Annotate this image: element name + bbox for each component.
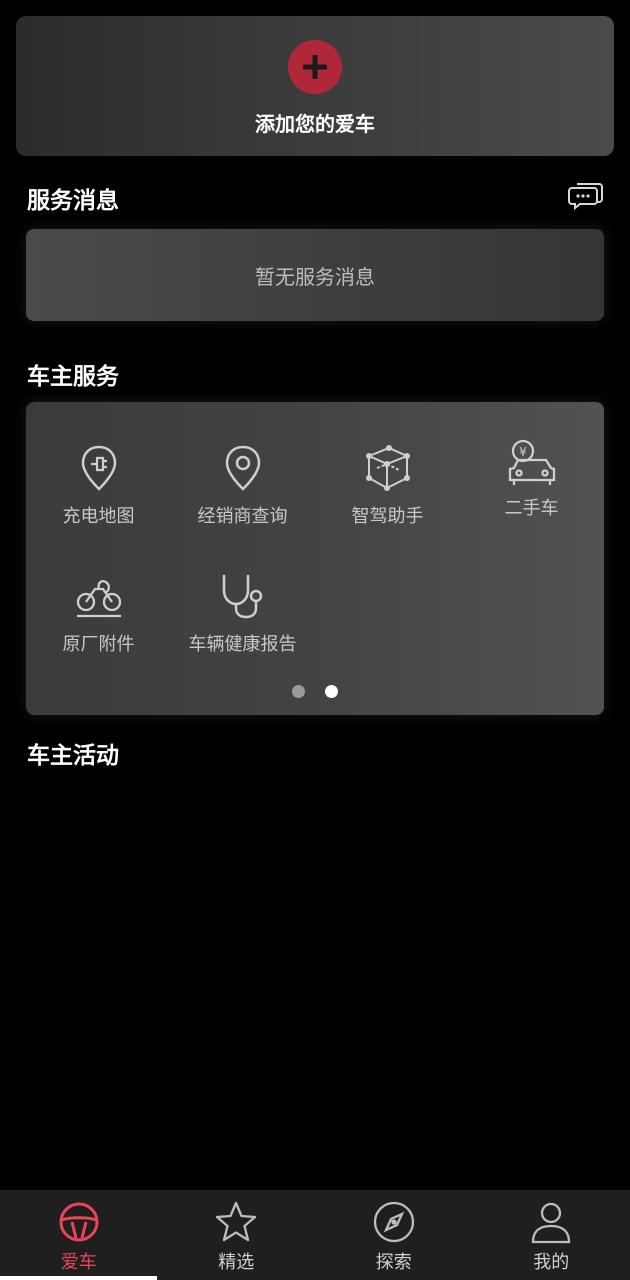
service-health-report[interactable]: 车辆健康报告 bbox=[170, 572, 315, 656]
plus-icon bbox=[303, 54, 327, 79]
svg-text:¥: ¥ bbox=[519, 445, 527, 459]
service-drive-assistant[interactable]: 智驾助手 bbox=[315, 444, 460, 528]
owner-activities-title: 车主活动 bbox=[27, 743, 119, 769]
service-pager bbox=[26, 685, 604, 698]
tab-label: 精选 bbox=[218, 1252, 255, 1273]
owner-services-title: 车主服务 bbox=[27, 364, 119, 390]
service-messages-title: 服务消息 bbox=[27, 188, 119, 214]
service-label: 原厂附件 bbox=[62, 634, 135, 655]
add-car-label: 添加您的爱车 bbox=[255, 111, 375, 136]
tab-label: 爱车 bbox=[60, 1252, 97, 1273]
add-car-button[interactable] bbox=[288, 39, 342, 94]
service-charging-map[interactable]: 充电地图 bbox=[26, 444, 171, 528]
pager-dot-active[interactable] bbox=[325, 685, 338, 698]
tab-my-car[interactable]: 爱车 bbox=[0, 1190, 158, 1280]
compass-icon bbox=[373, 1201, 414, 1243]
service-used-car[interactable]: ¥ 二手车 bbox=[459, 438, 604, 520]
car-home-page: 添加您的爱车 服务消息 暂无服务消息 车主服务 充电地图 经销商查询 智驾助手 … bbox=[0, 0, 630, 1280]
service-dealer-search[interactable]: 经销商查询 bbox=[170, 444, 315, 528]
service-label: 智驾助手 bbox=[351, 506, 424, 527]
used-car-yuan-icon: ¥ bbox=[508, 439, 555, 485]
star-icon bbox=[216, 1201, 257, 1242]
cube-3d-icon bbox=[365, 445, 410, 491]
steering-wheel-icon bbox=[59, 1202, 99, 1242]
tab-label: 我的 bbox=[533, 1252, 570, 1273]
active-tab-indicator bbox=[0, 1276, 157, 1280]
tab-explore[interactable]: 探索 bbox=[315, 1190, 473, 1280]
service-label: 二手车 bbox=[504, 498, 559, 519]
bottom-tab-bar: 爱车 精选 探索 我的 bbox=[0, 1190, 630, 1280]
tab-profile[interactable]: 我的 bbox=[473, 1190, 630, 1280]
service-label: 充电地图 bbox=[62, 506, 135, 527]
stethoscope-icon bbox=[222, 574, 262, 619]
service-messages-card: 暂无服务消息 bbox=[26, 229, 604, 321]
service-messages-empty-text: 暂无服务消息 bbox=[255, 264, 375, 289]
charging-pin-icon bbox=[81, 445, 116, 491]
owner-services-card: 充电地图 经销商查询 智驾助手 ¥ 二手车 原厂附件 车辆健康报告 bbox=[26, 402, 604, 715]
motorbike-icon bbox=[76, 580, 121, 618]
tab-featured[interactable]: 精选 bbox=[158, 1190, 316, 1280]
add-car-card[interactable]: 添加您的爱车 bbox=[16, 16, 614, 156]
service-label: 经销商查询 bbox=[197, 506, 288, 527]
user-icon bbox=[532, 1202, 571, 1244]
tab-label: 探索 bbox=[375, 1252, 412, 1273]
chat-messages-icon[interactable] bbox=[568, 178, 604, 210]
service-accessories[interactable]: 原厂附件 bbox=[26, 574, 171, 656]
pager-dot[interactable] bbox=[292, 685, 305, 698]
location-pin-icon bbox=[225, 445, 260, 491]
service-label: 车辆健康报告 bbox=[188, 634, 297, 655]
